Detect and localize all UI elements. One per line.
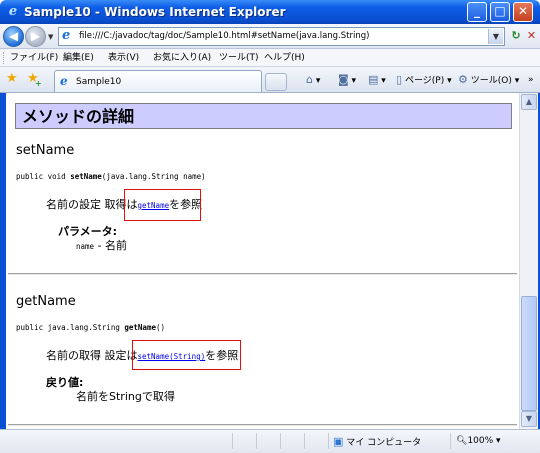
signature-prefix: public void xyxy=(16,172,71,181)
print-button[interactable]: ▤ ▾ xyxy=(368,73,386,88)
close-button[interactable]: ✕ xyxy=(513,2,533,22)
home-icon: ⌂ xyxy=(306,73,313,86)
vertical-scrollbar[interactable]: ▲ ▼ xyxy=(519,93,538,429)
method-detail-header: メソッドの詳細 xyxy=(15,103,512,129)
status-segment xyxy=(450,433,451,449)
tab-sample10[interactable]: e Sample10 xyxy=(54,70,262,92)
zoom-level: 100% xyxy=(467,436,494,446)
zoom-icon: 🔍︎ xyxy=(456,436,468,446)
signature-prefix: public java.lang.String xyxy=(16,323,125,332)
menu-view[interactable]: 表示(V) xyxy=(108,52,139,64)
tools-menu-label: ツール(O) xyxy=(470,76,512,86)
page-content: メソッドの詳細 setName public void setName(java… xyxy=(6,93,519,429)
method-signature-getname: public java.lang.String getName() xyxy=(16,323,165,333)
return-value-description: 名前をStringで取得 xyxy=(76,390,175,403)
page-heading: メソッドの詳細 xyxy=(22,107,135,126)
method-signature-setname: public void setName(java.lang.String nam… xyxy=(16,172,206,182)
menu-file[interactable]: ファイル(F) xyxy=(10,52,58,64)
more-chevron-icon[interactable]: » xyxy=(528,73,534,87)
scroll-down-icon[interactable]: ▼ xyxy=(521,411,537,427)
highlight-box-getname xyxy=(124,189,201,221)
page-menu-label: ページ(P) xyxy=(404,76,445,86)
gear-icon: ⚙ xyxy=(458,73,468,86)
page-menu-button[interactable]: ▯ ページ(P) ▾ xyxy=(396,73,452,88)
menu-tools[interactable]: ツール(T) xyxy=(219,52,259,64)
print-icon: ▤ xyxy=(368,73,379,86)
return-value-title: 戻り値: xyxy=(46,376,84,389)
address-url[interactable]: file:///C:/javadoc/tag/doc/Sample10.html… xyxy=(79,31,369,42)
tab-row: ★ ★ e Sample10 ⌂ ▾ ◙ ▾ ▤ ▾ ▯ ページ(P) ▾ ⚙ … xyxy=(0,67,540,93)
security-zone[interactable]: ▣ マイ コンピュータ xyxy=(333,435,421,450)
section-divider xyxy=(8,273,517,275)
tools-menu-button[interactable]: ⚙ ツール(O) ▾ xyxy=(458,73,519,88)
feed-icon: ◙ xyxy=(338,73,349,86)
section-divider xyxy=(8,424,517,426)
address-dropdown-icon[interactable]: ▼ xyxy=(488,29,503,44)
computer-zone-icon: ▣ xyxy=(333,435,344,448)
parameter-entry: name - 名前 xyxy=(76,239,127,254)
signature-suffix: (java.lang.String name) xyxy=(101,172,206,181)
signature-method-name: setName xyxy=(70,172,102,181)
address-bar[interactable]: e file:///C:/javadoc/tag/doc/Sample10.ht… xyxy=(58,27,505,46)
page-icon: ▯ xyxy=(396,73,403,86)
home-button[interactable]: ⌂ ▾ xyxy=(306,73,320,88)
status-bar: ▣ マイ コンピュータ 🔍︎100% ▾ xyxy=(0,429,540,453)
method-name-getname: getName xyxy=(16,294,76,309)
window-title: Sample10 - Windows Internet Explorer xyxy=(24,5,286,19)
address-toolbar: ◀ ▶ ▼ e file:///C:/javadoc/tag/doc/Sampl… xyxy=(0,24,540,49)
title-bar: e Sample10 - Windows Internet Explorer _… xyxy=(0,0,540,24)
tab-label: Sample10 xyxy=(76,77,122,87)
signature-suffix: () xyxy=(155,323,166,332)
tab-ie-icon: e xyxy=(60,74,68,88)
parameter-description: - 名前 xyxy=(94,239,128,252)
highlight-box-setname xyxy=(132,340,241,370)
scroll-up-icon[interactable]: ▲ xyxy=(521,94,537,110)
status-segment xyxy=(304,433,305,449)
forward-button[interactable]: ▶ xyxy=(25,26,46,47)
menu-help[interactable]: ヘルプ(H) xyxy=(264,52,305,64)
zone-label: マイ コンピュータ xyxy=(346,438,422,448)
favorites-star-icon[interactable]: ★ xyxy=(6,71,18,87)
menu-bar: ファイル(F) 編集(E) 表示(V) お気に入り(A) ツール(T) ヘルプ(… xyxy=(0,49,540,67)
status-segment xyxy=(328,433,329,449)
maximize-button[interactable]: □ xyxy=(490,2,510,22)
ie-logo-icon: e xyxy=(8,4,18,19)
back-button[interactable]: ◀ xyxy=(3,26,24,47)
menu-edit[interactable]: 編集(E) xyxy=(63,52,94,64)
page-ie-icon: e xyxy=(62,28,71,43)
recent-pages-dropdown-icon[interactable]: ▼ xyxy=(48,33,53,41)
scroll-thumb[interactable] xyxy=(521,296,537,411)
status-segment xyxy=(232,433,233,449)
description-text: 名前の取得 設定は xyxy=(46,349,138,362)
new-tab-button[interactable] xyxy=(265,73,287,91)
minimize-button[interactable]: _ xyxy=(467,2,487,22)
method-name-setname: setName xyxy=(16,143,75,158)
status-segment xyxy=(280,433,281,449)
stop-icon[interactable]: ✕ xyxy=(525,28,538,44)
parameters-title: パラメータ: xyxy=(58,225,118,238)
signature-method-name: getName xyxy=(124,323,156,332)
add-favorites-icon[interactable]: ★ xyxy=(27,71,41,92)
zoom-control[interactable]: 🔍︎100% ▾ xyxy=(456,435,501,448)
parameter-name: name xyxy=(76,242,95,251)
feeds-button[interactable]: ◙ ▾ xyxy=(338,73,356,88)
menu-favorites[interactable]: お気に入り(A) xyxy=(153,52,211,64)
status-segment xyxy=(256,433,257,449)
refresh-icon[interactable]: ↻ xyxy=(509,28,523,44)
menu-grip xyxy=(3,52,5,64)
